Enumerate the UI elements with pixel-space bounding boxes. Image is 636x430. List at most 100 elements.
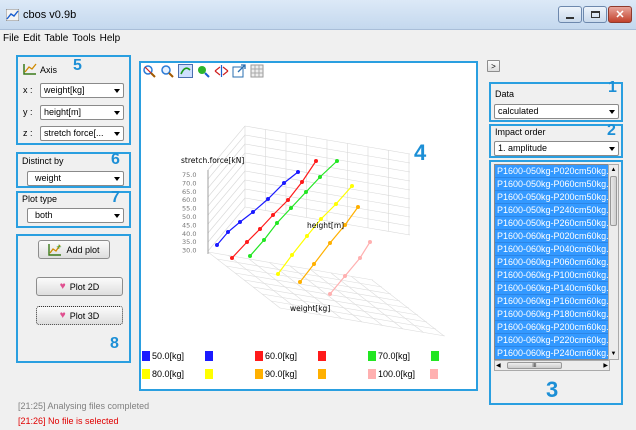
data-point [314, 159, 318, 163]
y-axis-title: height[m] [307, 221, 344, 230]
x-axis-combo[interactable]: weight[kg] [40, 83, 124, 98]
grid-line [330, 272, 404, 330]
legend-item: 90.0[kg] [255, 369, 327, 379]
data-panel-number: 1 [608, 79, 617, 96]
legend-swatch [430, 369, 439, 379]
menu-edit[interactable]: Edit [23, 33, 40, 44]
z-tick-label: 45.0 [182, 221, 196, 229]
list-item[interactable]: P1600-050kg-P240cm50kg.t [495, 204, 609, 217]
list-item[interactable]: P1600-060kg-P220cm60kg.t [495, 334, 609, 347]
scroll-thumb[interactable] [610, 176, 617, 226]
plot-legend: 50.0[kg] 60.0[kg] 70.0[kg] 80.0[kg] 90.0… [140, 348, 477, 388]
grid-line [207, 197, 246, 243]
svg-text:+: + [56, 243, 62, 251]
list-item[interactable]: P1600-050kg-P020cm50kg.t [495, 165, 609, 178]
legend-item: 100.0[kg] [368, 369, 439, 379]
data-point [262, 238, 266, 242]
chevron-down-icon [609, 147, 615, 151]
plottype-combo[interactable]: both [27, 208, 124, 223]
data-point [289, 206, 293, 210]
file-list-vscrollbar[interactable]: ▲ ▼ [608, 164, 619, 360]
data-point [300, 180, 304, 184]
data-point [266, 197, 270, 201]
z-tick-label: 75.0 [182, 171, 196, 179]
legend-label: 80.0[kg] [152, 369, 185, 379]
list-item[interactable]: P1600-060kg-P180cm60kg.t [495, 308, 609, 321]
grid-line [234, 272, 401, 302]
list-item[interactable]: P1600-050kg-P060cm50kg.t [495, 178, 609, 191]
legend-swatch [368, 369, 376, 379]
legend-swatch [142, 351, 150, 361]
menu-tools[interactable]: Tools [72, 33, 95, 44]
heart-icon: ♥ [59, 281, 66, 292]
plot-axes: 75.070.065.060.055.050.045.040.035.030.0 [182, 170, 209, 255]
scroll-right-icon[interactable]: ▶ [603, 361, 608, 371]
legend-swatch [318, 351, 327, 361]
distinct-combo[interactable]: weight [27, 171, 124, 186]
legend-item: 50.0[kg] [142, 351, 214, 361]
impact-label: Impact order [495, 127, 546, 137]
data-point [286, 198, 290, 202]
data-point [358, 256, 362, 260]
scroll-down-icon[interactable]: ▼ [609, 349, 618, 359]
maximize-button[interactable] [583, 6, 607, 23]
data-point [258, 227, 262, 231]
grid-line [261, 293, 428, 323]
z-axis-combo[interactable]: stretch force[... [40, 126, 124, 141]
legend-swatch [205, 369, 214, 379]
scroll-up-icon[interactable]: ▲ [609, 165, 618, 175]
data-point [282, 181, 286, 185]
data-point [296, 170, 300, 174]
data-point [368, 240, 372, 244]
plot-3d-button[interactable]: ♥ Plot 3D [36, 306, 123, 325]
data-point [318, 175, 322, 179]
list-item[interactable]: P1600-060kg-P060cm60kg.t [495, 256, 609, 269]
list-item[interactable]: P1600-060kg-P100cm60kg.t [495, 269, 609, 282]
expand-toggle-button[interactable]: > [487, 60, 500, 72]
data-combo[interactable]: calculated [494, 104, 619, 119]
list-item[interactable]: P1600-060kg-P040cm60kg.t [495, 243, 609, 256]
impact-combo[interactable]: 1. amplitude [494, 141, 619, 156]
chevron-down-icon [114, 89, 120, 93]
legend-item: 80.0[kg] [142, 369, 214, 379]
data-point [356, 205, 360, 209]
grid-line [371, 279, 445, 337]
file-list[interactable]: P1600-050kg-P020cm50kg.t P1600-050kg-P06… [494, 164, 610, 360]
hscroll-thumb[interactable]: III [507, 362, 562, 369]
actions-panel-number: 8 [110, 335, 119, 352]
menu-help[interactable]: Help [100, 33, 121, 44]
z-tick-label: 60.0 [182, 196, 196, 204]
plottype-label: Plot type [22, 194, 58, 204]
grid-line [244, 152, 411, 182]
expand-toggle-label: > [491, 61, 496, 71]
grid-line [244, 125, 411, 155]
legend-swatch [205, 351, 214, 361]
data-point [271, 213, 275, 217]
plot-2d-label: Plot 2D [69, 281, 100, 292]
list-item[interactable]: P1600-050kg-P260cm50kg.t [495, 217, 609, 230]
close-button[interactable]: ✕ [608, 6, 632, 23]
add-plot-button[interactable]: + Add plot [38, 240, 110, 259]
plot-3d-canvas[interactable]: 75.070.065.060.055.050.045.040.035.030.0… [140, 62, 477, 347]
plot-2d-button[interactable]: ♥ Plot 2D [36, 277, 123, 296]
scroll-left-icon[interactable]: ◀ [496, 361, 501, 371]
list-item[interactable]: P1600-050kg-P200cm50kg.t [495, 191, 609, 204]
z-tick-label: 55.0 [182, 205, 196, 213]
list-item[interactable]: P1600-060kg-P020cm60kg.t [495, 230, 609, 243]
list-item[interactable]: P1600-060kg-P240cm60kg.t [495, 347, 609, 359]
minimize-button[interactable] [558, 6, 582, 23]
list-item[interactable]: P1600-060kg-P200cm60kg.t [495, 321, 609, 334]
close-icon: ✕ [615, 9, 625, 21]
list-item[interactable]: P1600-060kg-P160cm60kg.t [495, 295, 609, 308]
data-point [304, 190, 308, 194]
grid-line [244, 179, 411, 209]
file-list-hscrollbar[interactable]: ◀ III ▶ [494, 360, 610, 371]
y-axis-combo[interactable]: height[m] [40, 105, 124, 120]
menu-file[interactable]: File [3, 33, 19, 44]
legend-swatch [255, 369, 263, 379]
list-item[interactable]: P1600-060kg-P140cm60kg.t [495, 282, 609, 295]
y-axis-label: y : [23, 107, 33, 117]
chevron-down-icon [114, 111, 120, 115]
data-point [335, 159, 339, 163]
menu-table[interactable]: Table [44, 33, 68, 44]
